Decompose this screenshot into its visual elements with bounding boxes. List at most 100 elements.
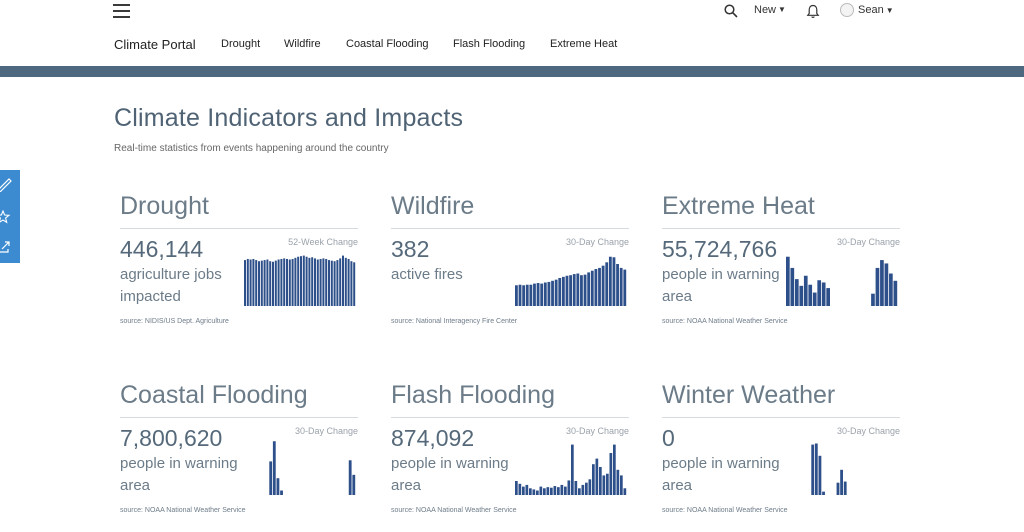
chart-bar bbox=[255, 260, 258, 306]
chart-bar bbox=[533, 283, 536, 306]
chart-bar bbox=[826, 288, 830, 306]
chart-bar bbox=[322, 258, 325, 306]
header-accent-bar bbox=[0, 66, 1024, 77]
source-label: source: NOAA National Weather Service bbox=[391, 507, 517, 514]
chart-bar bbox=[352, 474, 356, 495]
card-value: 55,724,766 bbox=[662, 236, 778, 262]
chevron-down-icon: ▼ bbox=[885, 5, 894, 15]
chart-bar bbox=[348, 460, 352, 495]
user-menu[interactable]: Sean ▼ bbox=[840, 3, 894, 17]
chart-bar bbox=[616, 469, 620, 495]
card-value: 0 bbox=[662, 425, 675, 451]
chart-bar bbox=[518, 284, 522, 306]
card-description: people in warning area bbox=[662, 266, 780, 305]
card-title: Drought bbox=[120, 192, 209, 220]
card-flash-flooding[interactable]: Flash Flooding 874,092 people in warning… bbox=[391, 381, 631, 531]
chart-bar bbox=[536, 490, 539, 495]
source-label: source: NIDIS/US Dept. Agriculture bbox=[120, 318, 229, 325]
new-menu-label: New bbox=[754, 4, 777, 16]
card-wildfire[interactable]: Wildfire 382 active fires 30-Day Change … bbox=[391, 192, 631, 342]
chart-bar bbox=[288, 259, 291, 306]
menu-icon[interactable] bbox=[113, 4, 130, 19]
chart-bar bbox=[620, 475, 623, 495]
chart-bar bbox=[539, 486, 543, 495]
sparkline-chart bbox=[269, 441, 356, 495]
chart-bar bbox=[525, 284, 529, 306]
chart-bar bbox=[590, 270, 594, 306]
source-label: source: NOAA National Weather Service bbox=[662, 507, 788, 514]
chart-bar bbox=[884, 263, 889, 306]
chart-bar bbox=[532, 489, 536, 495]
chart-bar bbox=[602, 475, 606, 495]
nav-coastal-flooding[interactable]: Coastal Flooding bbox=[346, 38, 429, 50]
chart-bar bbox=[272, 261, 274, 306]
chart-bar bbox=[300, 256, 302, 306]
chart-bar bbox=[536, 283, 540, 306]
sparkline-chart bbox=[244, 255, 356, 306]
star-icon[interactable] bbox=[0, 210, 14, 224]
portal-brand[interactable]: Climate Portal bbox=[114, 37, 196, 52]
change-label: 30-Day Change bbox=[294, 426, 358, 436]
chart-bar bbox=[529, 488, 532, 495]
chart-bar bbox=[311, 257, 314, 306]
chart-bar bbox=[336, 260, 339, 306]
chart-bar bbox=[325, 258, 328, 306]
chart-bar bbox=[893, 280, 898, 306]
search-icon[interactable] bbox=[724, 4, 738, 18]
page-title: Climate Indicators and Impacts bbox=[114, 104, 464, 132]
chart-bar bbox=[601, 265, 605, 306]
chart-bar bbox=[814, 443, 818, 495]
chart-bar bbox=[266, 259, 269, 306]
nav-extreme-heat[interactable]: Extreme Heat bbox=[550, 38, 617, 50]
chart-bar bbox=[276, 478, 280, 495]
card-extreme-heat[interactable]: Extreme Heat 55,724,766 people in warnin… bbox=[662, 192, 902, 342]
chart-bar bbox=[578, 488, 581, 495]
nav-drought[interactable]: Drought bbox=[221, 38, 260, 50]
chart-bar bbox=[818, 455, 822, 495]
chart-bar bbox=[297, 256, 300, 306]
chart-bar bbox=[576, 273, 580, 306]
share-icon[interactable] bbox=[0, 240, 14, 254]
chart-bar bbox=[554, 279, 558, 306]
chart-bar bbox=[280, 258, 283, 306]
chart-bar bbox=[551, 280, 554, 306]
nav-flash-flooding[interactable]: Flash Flooding bbox=[453, 38, 525, 50]
chart-bar bbox=[294, 257, 297, 306]
divider bbox=[120, 417, 358, 418]
chart-bar bbox=[246, 258, 249, 306]
chart-bar bbox=[581, 484, 585, 495]
chart-bar bbox=[550, 487, 553, 495]
chart-bar bbox=[328, 260, 330, 306]
chart-bar bbox=[565, 275, 569, 306]
chart-bar bbox=[594, 269, 598, 306]
card-value: 382 bbox=[391, 236, 430, 262]
card-winter-weather[interactable]: Winter Weather 0 people in warning area … bbox=[662, 381, 902, 531]
chart-bar bbox=[889, 273, 893, 306]
source-label: source: NOAA National Weather Service bbox=[662, 318, 788, 325]
sparkline-chart bbox=[786, 256, 898, 306]
chart-bar bbox=[314, 258, 316, 306]
divider bbox=[391, 228, 629, 229]
chart-bar bbox=[515, 285, 518, 306]
card-value: 7,800,620 bbox=[120, 425, 223, 451]
chart-bar bbox=[274, 260, 277, 306]
chart-bar bbox=[598, 267, 601, 306]
chart-bar bbox=[344, 257, 347, 306]
chart-bar bbox=[283, 258, 286, 306]
chart-bar bbox=[560, 484, 564, 495]
bell-icon[interactable] bbox=[806, 4, 820, 19]
card-drought[interactable]: Drought 446,144 agriculture jobs impacte… bbox=[120, 192, 360, 342]
sparkline-chart bbox=[515, 444, 627, 495]
chart-bar bbox=[572, 274, 576, 306]
pencil-icon[interactable] bbox=[0, 178, 14, 192]
chart-bar bbox=[821, 282, 826, 306]
chart-bar bbox=[606, 473, 609, 495]
new-menu[interactable]: New ▼ bbox=[754, 4, 786, 16]
chart-bar bbox=[561, 276, 565, 306]
card-coastal-flooding[interactable]: Coastal Flooding 7,800,620 people in war… bbox=[120, 381, 360, 531]
chart-bar bbox=[583, 274, 587, 306]
chart-bar bbox=[623, 488, 627, 495]
nav-wildfire[interactable]: Wildfire bbox=[284, 38, 321, 50]
card-title: Flash Flooding bbox=[391, 381, 555, 409]
chart-bar bbox=[836, 482, 840, 495]
